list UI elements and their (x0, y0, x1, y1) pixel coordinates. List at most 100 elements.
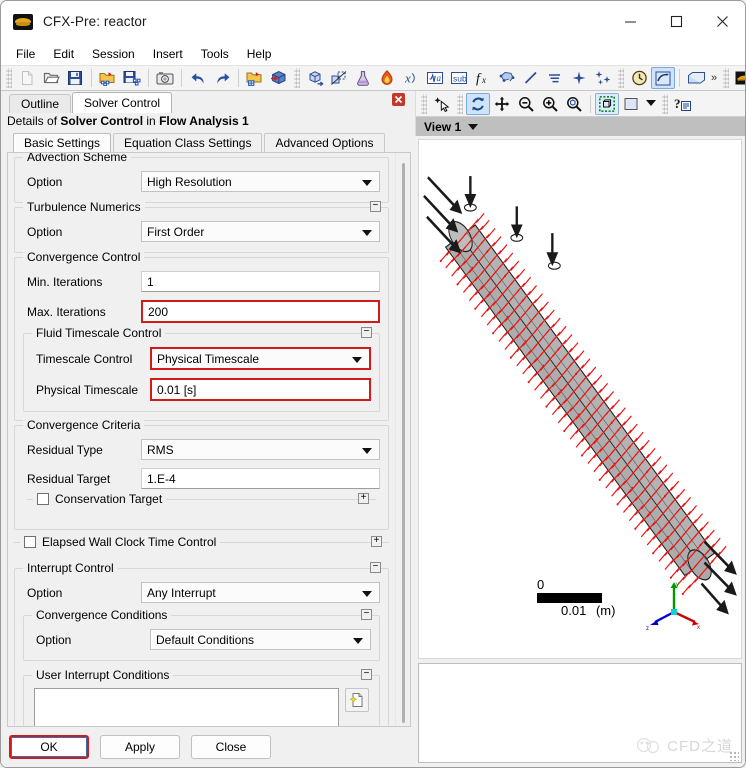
convergence-conditions-select[interactable]: Default Conditions (150, 629, 371, 650)
variable-icon[interactable]: a (423, 67, 447, 89)
toolbar-grip[interactable] (618, 68, 624, 88)
maximize-icon[interactable] (653, 1, 699, 43)
import-geometry-icon[interactable] (243, 67, 267, 89)
conservation-target-checkbox[interactable] (37, 493, 49, 505)
point-icon[interactable] (567, 67, 591, 89)
close-panel-icon[interactable] (392, 93, 405, 106)
toolbar-grip[interactable] (723, 68, 730, 88)
label-turbulence-option: Option (27, 224, 63, 239)
contour-icon[interactable] (543, 67, 567, 89)
undo-icon[interactable] (186, 67, 210, 89)
zoom-box-icon[interactable] (562, 93, 586, 115)
zoom-out-icon[interactable] (514, 93, 538, 115)
chevron-down-icon[interactable] (468, 123, 479, 130)
residual-type-select[interactable]: RMS (141, 439, 380, 460)
tab-basic-settings[interactable]: Basic Settings (13, 133, 112, 152)
tab-advanced-options[interactable]: Advanced Options (264, 133, 385, 152)
line-icon[interactable] (519, 67, 543, 89)
mesh-adaption-icon[interactable] (495, 67, 519, 89)
material-icon[interactable] (351, 67, 375, 89)
points-icon[interactable] (591, 67, 615, 89)
pan-icon[interactable] (490, 93, 514, 115)
output-control-icon[interactable] (684, 67, 708, 89)
panel-tabstrip: Outline Solver Control (1, 91, 415, 113)
viewer-canvas[interactable]: 0 0.01 (m) y x z (418, 139, 742, 659)
toolbar-grip[interactable] (294, 68, 300, 88)
background-color-icon[interactable] (619, 93, 643, 115)
elapsed-wall-clock-checkbox[interactable] (24, 536, 36, 548)
collapse-user-interrupt-icon[interactable]: − (361, 669, 372, 680)
max-iterations-input[interactable]: 200 (141, 300, 380, 323)
subdomain-icon[interactable]: sub (447, 67, 471, 89)
new-item-icon[interactable] (345, 688, 369, 712)
toolbar-grip[interactable] (662, 93, 668, 114)
min-iterations-input[interactable]: 1 (141, 271, 380, 292)
physical-timescale-input[interactable]: 0.01 [s] (150, 378, 371, 401)
collapse-turbulence-numerics-icon[interactable]: − (370, 201, 381, 212)
group-title: User Interrupt Conditions (32, 668, 174, 682)
toolbar-overflow-icon[interactable]: » (708, 72, 720, 84)
turbulence-numerics-select[interactable]: First Order (141, 221, 380, 242)
solver-control-icon[interactable] (651, 67, 675, 89)
snapshot-icon[interactable] (153, 67, 177, 89)
ok-button[interactable]: OK (9, 735, 89, 759)
interrupt-option-select[interactable]: Any Interrupt (141, 582, 380, 603)
menu-session[interactable]: Session (83, 45, 144, 63)
minimize-icon[interactable] (607, 1, 653, 43)
chevron-down-icon[interactable] (643, 98, 659, 110)
help-icon[interactable]: ? (671, 93, 695, 115)
open-case-icon[interactable] (39, 67, 63, 89)
expression-icon[interactable]: x (399, 67, 423, 89)
scrollbar-thumb[interactable] (402, 163, 405, 723)
advection-scheme-select[interactable]: High Resolution (141, 171, 380, 192)
expand-elapsed-wall-clock-icon[interactable]: + (371, 536, 382, 547)
menu-edit[interactable]: Edit (44, 45, 83, 63)
boundary-icon[interactable] (327, 67, 351, 89)
solver-definition-icon[interactable] (267, 67, 291, 89)
menu-file[interactable]: File (7, 45, 44, 63)
chevron-down-icon (362, 447, 372, 454)
close-icon[interactable] (699, 1, 745, 43)
resize-grip[interactable] (729, 751, 739, 761)
toolbar-grip[interactable] (421, 93, 427, 114)
tab-equation-class-settings[interactable]: Equation Class Settings (113, 133, 263, 152)
select-pointer-icon[interactable] (430, 93, 454, 115)
toolbar-grip[interactable] (6, 68, 12, 88)
save-case-icon[interactable] (63, 67, 87, 89)
collapse-interrupt-control-icon[interactable]: − (370, 562, 381, 573)
close-button[interactable]: Close (191, 735, 271, 759)
cfx-logo-icon[interactable] (732, 67, 745, 89)
new-case-icon[interactable] (15, 67, 39, 89)
residual-target-input[interactable]: 1.E-4 (141, 468, 380, 489)
details-context: Flow Analysis 1 (159, 114, 249, 128)
expand-conservation-target-icon[interactable]: + (358, 493, 369, 504)
user-interrupt-conditions-list[interactable] (34, 688, 339, 726)
menu-insert[interactable]: Insert (144, 45, 192, 63)
watermark: CFD之道 (636, 735, 733, 756)
form-area: Advection Scheme Option High Resolution (7, 152, 411, 727)
menu-tools[interactable]: Tools (192, 45, 238, 63)
domain-icon[interactable] (303, 67, 327, 89)
form-scrollbar[interactable] (395, 153, 410, 726)
svg-text:sub: sub (453, 74, 467, 84)
collapse-fluid-timescale-icon[interactable]: − (361, 327, 372, 338)
export-mesh-icon[interactable] (120, 67, 144, 89)
redo-icon[interactable] (210, 67, 234, 89)
menu-help[interactable]: Help (238, 45, 281, 63)
collapse-convergence-conditions-icon[interactable]: − (361, 609, 372, 620)
message-panel[interactable]: CFD之道 (418, 663, 742, 763)
function-icon[interactable]: fx (471, 67, 495, 89)
import-mesh-icon[interactable] (96, 67, 120, 89)
fit-view-icon[interactable] (595, 92, 619, 115)
tab-solver-control[interactable]: Solver Control (72, 92, 173, 113)
apply-button[interactable]: Apply (100, 735, 180, 759)
toolbar-grip[interactable] (457, 93, 463, 114)
reaction-icon[interactable] (375, 67, 399, 89)
timescale-control-select[interactable]: Physical Timescale (150, 347, 371, 370)
zoom-in-icon[interactable] (538, 93, 562, 115)
view-header[interactable]: View 1 (415, 117, 745, 136)
tab-outline[interactable]: Outline (9, 94, 72, 113)
delete-item-icon[interactable] (345, 720, 369, 726)
timestep-icon[interactable] (627, 67, 651, 89)
rotate-icon[interactable] (466, 92, 490, 115)
